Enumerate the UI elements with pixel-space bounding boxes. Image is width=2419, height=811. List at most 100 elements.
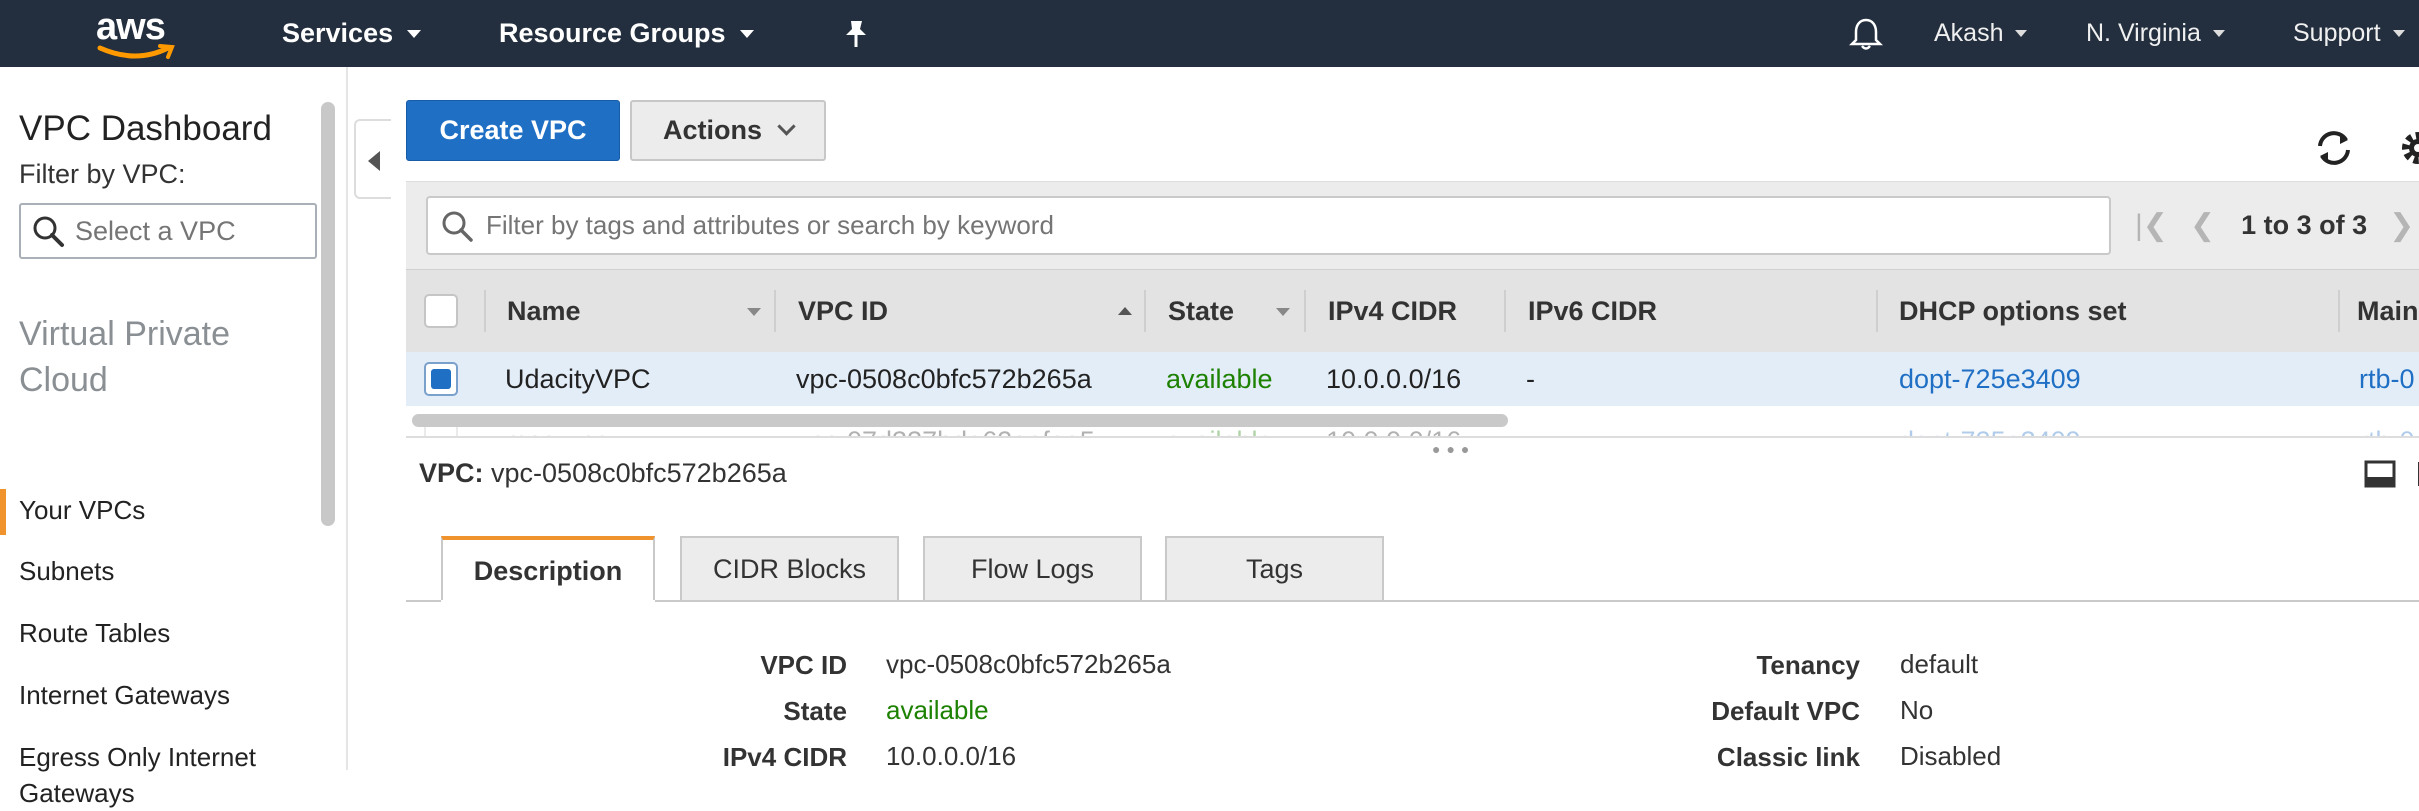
- column-divider: [1876, 290, 1878, 332]
- chevron-down-icon: [777, 117, 796, 136]
- sidebar-item-your-vpcs[interactable]: Your VPCs: [19, 492, 145, 528]
- active-tab-gap: [441, 600, 655, 602]
- cell-dhcp-options-link[interactable]: dopt-725e3409: [1899, 414, 2081, 437]
- tab-cidr-blocks[interactable]: CIDR Blocks: [680, 536, 899, 600]
- cell-ipv4-cidr: 10.0.0.0/16: [1326, 363, 1462, 394]
- pushpin-icon: [846, 20, 866, 47]
- column-divider: [1304, 290, 1306, 332]
- column-header-vpc-id[interactable]: VPC ID: [798, 270, 888, 352]
- column-divider: [1144, 290, 1146, 332]
- pagination: |❮ ❮ 1 to 3 of 3 ❯: [2135, 196, 2414, 255]
- field-label-default-vpc: Default VPC: [1711, 696, 1860, 726]
- field-value-ipv4-cidr: 10.0.0.0/16: [886, 741, 1017, 771]
- notifications-bell-icon[interactable]: [1849, 0, 1883, 67]
- sidebar-divider: [346, 67, 348, 770]
- filter-panel: |❮ ❮ 1 to 3 of 3 ❯: [406, 181, 2419, 270]
- next-page-icon[interactable]: ❯: [2389, 208, 2414, 243]
- vpc-select-input[interactable]: [73, 214, 297, 248]
- row-checkbox[interactable]: [424, 362, 458, 396]
- detail-panel-title: VPC: vpc-0508c0bfc572b265a: [419, 458, 787, 489]
- user-menu[interactable]: Akash: [1934, 0, 2028, 67]
- aws-logo[interactable]: aws: [92, 6, 182, 62]
- panel-splitter[interactable]: [406, 436, 2419, 438]
- column-divider: [774, 290, 776, 332]
- cell-dhcp-options-link[interactable]: dopt-725e3409: [1899, 352, 2081, 406]
- cell-state: available: [1166, 363, 1273, 394]
- collapse-sidebar-button[interactable]: [354, 119, 391, 199]
- cell-vpc-id: vpc-0508c0bfc572b265a: [796, 363, 1092, 394]
- field-value-state: available: [886, 695, 989, 725]
- filter-search-box[interactable]: [426, 196, 2111, 255]
- select-all-checkbox[interactable]: [424, 294, 458, 328]
- caret-left-icon: [368, 151, 380, 171]
- tab-baseline: [406, 600, 2419, 602]
- sidebar-scrollbar[interactable]: [321, 102, 335, 526]
- sidebar-item-internet-gateways[interactable]: Internet Gateways: [19, 677, 230, 713]
- chevron-down-icon: [2212, 30, 2225, 37]
- sort-icon[interactable]: [1276, 308, 1290, 316]
- resource-groups-label: Resource Groups: [499, 18, 726, 48]
- filter-search-input[interactable]: [484, 209, 1988, 242]
- cell-main-route-table-link[interactable]: rtb-0: [2359, 352, 2415, 406]
- user-name: Akash: [1934, 19, 2004, 47]
- field-label-vpc-id: VPC ID: [760, 650, 847, 680]
- sort-icon[interactable]: [747, 308, 761, 316]
- detail-vpc-id: vpc-0508c0bfc572b265a: [491, 458, 787, 488]
- gear-icon[interactable]: [2394, 126, 2419, 170]
- search-icon: [442, 211, 473, 242]
- table-row[interactable]: UdacityVPC vpc-0508c0bfc572b265a availab…: [406, 352, 2419, 406]
- filter-by-vpc-label: Filter by VPC:: [19, 159, 186, 189]
- tab-flow-logs[interactable]: Flow Logs: [923, 536, 1142, 600]
- actions-dropdown-button[interactable]: Actions: [630, 100, 826, 161]
- table-header: Name VPC ID State IPv4 CIDR IPv6 CIDR DH…: [406, 269, 2419, 353]
- first-page-icon[interactable]: |❮: [2135, 208, 2168, 243]
- splitter-grip-icon[interactable]: ●●●: [1432, 441, 1475, 457]
- tab-description[interactable]: Description: [441, 536, 655, 602]
- refresh-icon[interactable]: [2312, 126, 2356, 170]
- section-title-virtual-private-cloud: Virtual Private Cloud: [19, 315, 231, 399]
- sort-ascending-icon[interactable]: [1118, 307, 1132, 315]
- column-header-state[interactable]: State: [1168, 270, 1234, 352]
- vpc-select-field[interactable]: [19, 203, 317, 259]
- panel-dock-icon[interactable]: [2364, 459, 2419, 489]
- column-header-dhcp-options-set[interactable]: DHCP options set: [1899, 270, 2127, 352]
- pin-icon[interactable]: [842, 0, 870, 67]
- cell-main-route-table-link[interactable]: rtb-0: [2359, 414, 2415, 437]
- sidebar-item-route-tables[interactable]: Route Tables: [19, 615, 170, 651]
- column-header-ipv4-cidr[interactable]: IPv4 CIDR: [1328, 270, 1457, 352]
- column-header-name[interactable]: Name: [507, 270, 581, 352]
- column-header-main[interactable]: Main: [2357, 270, 2419, 352]
- aws-smile-icon: [97, 44, 175, 59]
- actions-label: Actions: [662, 115, 762, 145]
- services-menu[interactable]: Services: [282, 0, 422, 67]
- previous-page-icon[interactable]: ❮: [2190, 208, 2215, 243]
- region-menu[interactable]: N. Virginia: [2086, 0, 2225, 67]
- cell-name: UdacityVPC: [505, 363, 651, 394]
- pagination-text: 1 to 3 of 3: [2241, 210, 2368, 240]
- field-label-ipv4-cidr: IPv4 CIDR: [722, 742, 847, 772]
- create-vpc-button[interactable]: Create VPC: [406, 100, 620, 161]
- column-divider: [1504, 290, 1506, 332]
- active-nav-indicator: [0, 489, 6, 535]
- field-value-tenancy: default: [1900, 649, 1979, 679]
- field-value-vpc-id: vpc-0508c0bfc572b265a: [886, 649, 1171, 679]
- support-label: Support: [2293, 19, 2381, 47]
- sidebar: VPC Dashboard Filter by VPC: Virtual Pri…: [0, 67, 320, 808]
- detail-label: VPC:: [419, 458, 484, 488]
- chevron-down-icon: [2015, 30, 2028, 37]
- support-menu[interactable]: Support: [2293, 0, 2405, 67]
- field-value-default-vpc: No: [1900, 695, 1934, 725]
- top-navigation-bar: aws Services Resource Groups Akash N. Vi…: [0, 0, 2419, 67]
- column-divider: [2338, 290, 2340, 332]
- resource-groups-menu[interactable]: Resource Groups: [499, 0, 754, 67]
- field-label-tenancy: Tenancy: [1756, 650, 1860, 680]
- column-header-ipv6-cidr[interactable]: IPv6 CIDR: [1528, 270, 1657, 352]
- table-horizontal-scrollbar[interactable]: [412, 414, 1508, 427]
- sidebar-title[interactable]: VPC Dashboard: [19, 109, 272, 149]
- tab-tags[interactable]: Tags: [1165, 536, 1384, 600]
- field-label-classic-link: Classic link: [1716, 742, 1860, 772]
- services-menu-label: Services: [282, 18, 394, 48]
- chevron-down-icon: [2392, 30, 2405, 37]
- sidebar-item-subnets[interactable]: Subnets: [19, 553, 114, 589]
- sidebar-item-egress-only-internet-gateways[interactable]: Egress Only Internet Gateways: [19, 739, 309, 811]
